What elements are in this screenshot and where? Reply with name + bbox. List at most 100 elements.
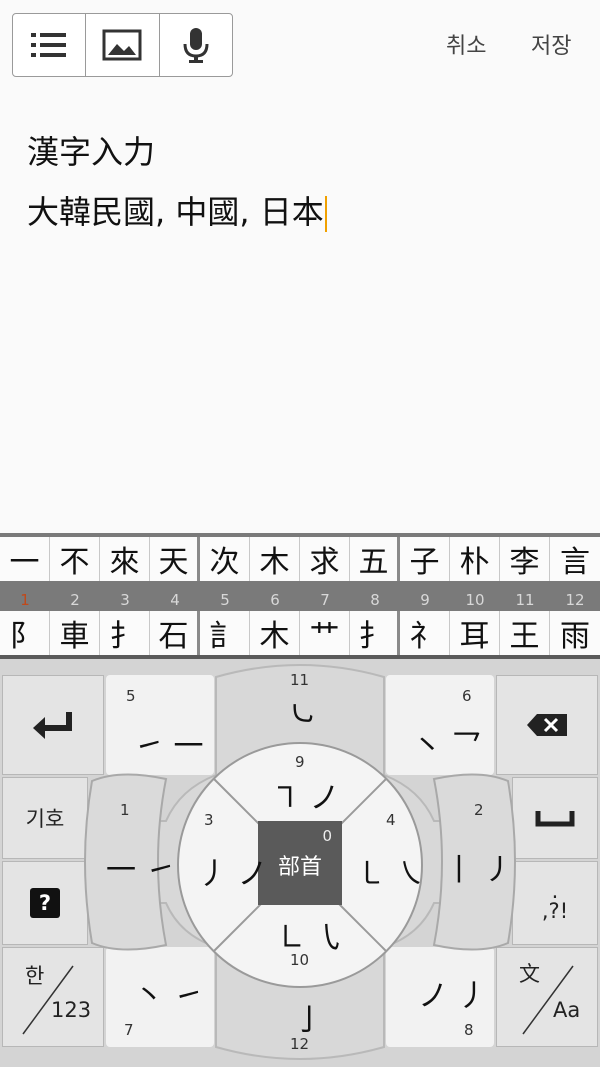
index-label: 5 xyxy=(220,591,230,609)
stroke-key-num: 1 xyxy=(120,801,130,819)
radical-key[interactable]: 艹 xyxy=(300,611,350,655)
stroke-key-4[interactable]: ㇄ ㇏ xyxy=(356,849,426,893)
radical-key[interactable]: 訁 xyxy=(200,611,250,655)
radical-key[interactable]: 耳 xyxy=(450,611,500,655)
stroke-key-12[interactable]: 亅 xyxy=(294,995,324,1039)
stroke-key-7[interactable]: 7 丶 ㇀ xyxy=(106,947,214,1047)
index-label: 7 xyxy=(320,591,330,609)
candidate-key[interactable]: 一 xyxy=(0,537,50,581)
save-button[interactable]: 저장 xyxy=(531,28,571,60)
candidate-key[interactable]: 木 xyxy=(250,537,300,581)
mode-wen-label: 文 xyxy=(519,962,540,986)
candidate-key[interactable]: 言 xyxy=(550,537,600,581)
punct-label: ,?! xyxy=(541,899,569,923)
mode-wen-aa-key[interactable]: 文 Aa xyxy=(496,947,598,1047)
stroke-key-num: 10 xyxy=(290,951,310,969)
radical-key[interactable]: 王 xyxy=(500,611,550,655)
stroke-key-glyph: ㇔ 乛 xyxy=(412,729,482,764)
cancel-button[interactable]: 취소 xyxy=(446,28,486,60)
lang-han-label: 한 xyxy=(25,964,45,988)
text-cursor xyxy=(324,196,327,232)
radical-key[interactable]: 礻 xyxy=(400,611,450,655)
stroke-key-glyph: ノ 丿 xyxy=(418,979,488,1014)
stroke-key-num: 9 xyxy=(295,753,305,771)
space-key[interactable] xyxy=(512,777,598,859)
image-button[interactable] xyxy=(86,14,160,76)
punct-dot: . xyxy=(551,879,559,903)
stroke-keypad: 기호 ? 한 123 . ,?! 文 Aa 5 ㇀ 一 6 ㇔ 乛 7 丶 ㇀ … xyxy=(0,659,600,1067)
stroke-key-num: 12 xyxy=(290,1035,310,1053)
text-editor[interactable]: 漢字入力 大韓民國, 中國, 日本 xyxy=(27,122,327,242)
candidate-key[interactable]: 不 xyxy=(50,537,100,581)
index-label: 9 xyxy=(420,591,430,609)
symbols-key[interactable]: 기호 xyxy=(2,777,88,859)
editor-line-2-text: 大韓民國, 中國, 日本 xyxy=(27,193,324,231)
radical-center-button[interactable]: 0 部首 xyxy=(258,821,342,905)
stroke-key-glyph: ㇀ 一 xyxy=(134,729,204,764)
slash-divider xyxy=(22,965,74,1035)
radical-center-num: 0 xyxy=(322,827,332,845)
stroke-key-num: 11 xyxy=(290,671,310,689)
stroke-key-num: 6 xyxy=(462,687,472,705)
lang-123-label: 123 xyxy=(51,998,92,1022)
candidate-key[interactable]: 李 xyxy=(500,537,550,581)
stroke-key-num: 5 xyxy=(126,687,136,705)
punctuation-key[interactable]: . ,?! xyxy=(512,861,598,945)
voice-button[interactable] xyxy=(160,14,232,76)
stroke-key-9[interactable]: ㇕ ノ xyxy=(270,773,340,817)
candidate-key[interactable]: 求 xyxy=(300,537,350,581)
radical-row: 阝 車 扌 石 訁 木 艹 扌 礻 耳 王 雨 xyxy=(0,611,600,655)
stroke-key-num: 8 xyxy=(464,1021,474,1039)
stroke-key-8[interactable]: 8 ノ 丿 xyxy=(386,947,494,1047)
editor-line-2: 大韓民國, 中國, 日本 xyxy=(27,182,327,242)
index-label: 12 xyxy=(565,591,585,609)
microphone-icon xyxy=(183,28,209,63)
radical-key[interactable]: 石 xyxy=(150,611,200,655)
list-icon xyxy=(31,33,67,57)
stroke-key-6[interactable]: 6 ㇔ 乛 xyxy=(386,675,494,775)
enter-icon xyxy=(33,712,72,739)
candidate-row: 一 不 來 天 次 木 求 五 子 朴 李 言 xyxy=(0,537,600,581)
stroke-key-num: 3 xyxy=(204,811,214,829)
stroke-key-2[interactable]: 丨 ㇓ xyxy=(444,845,514,889)
index-label: 1 xyxy=(20,591,30,609)
radical-key[interactable]: 扌 xyxy=(350,611,400,655)
backspace-key[interactable] xyxy=(496,675,598,775)
stroke-key-num: 7 xyxy=(124,1021,134,1039)
stroke-key-10[interactable]: ㇗ ㇂ xyxy=(276,913,346,957)
radical-key[interactable]: 雨 xyxy=(550,611,600,655)
stroke-key-11[interactable]: ㇃ xyxy=(286,689,316,733)
stroke-key-num: 4 xyxy=(386,811,396,829)
candidate-key[interactable]: 天 xyxy=(150,537,200,581)
candidate-key[interactable]: 來 xyxy=(100,537,150,581)
index-label: 8 xyxy=(370,591,380,609)
index-label: 3 xyxy=(120,591,130,609)
help-icon: ? xyxy=(30,888,60,918)
mode-aa-label: Aa xyxy=(553,998,581,1022)
candidate-key[interactable]: 子 xyxy=(400,537,450,581)
candidate-key[interactable]: 五 xyxy=(350,537,400,581)
radical-key[interactable]: 木 xyxy=(250,611,300,655)
radical-key[interactable]: 阝 xyxy=(0,611,50,655)
radical-key[interactable]: 車 xyxy=(50,611,100,655)
enter-key[interactable] xyxy=(2,675,104,775)
index-label: 6 xyxy=(270,591,280,609)
radical-key[interactable]: 扌 xyxy=(100,611,150,655)
list-button[interactable] xyxy=(13,14,87,76)
stroke-key-glyph: 丶 ㇀ xyxy=(134,979,204,1014)
editor-line-1: 漢字入力 xyxy=(27,133,156,171)
index-row: 1 2 3 4 5 6 7 8 9 10 11 12 xyxy=(0,589,600,611)
stroke-key-1[interactable]: 一 ㇀ xyxy=(106,845,176,889)
editor-toolbar xyxy=(12,13,233,77)
lang-han-123-key[interactable]: 한 123 xyxy=(2,947,104,1047)
candidate-key[interactable]: 次 xyxy=(200,537,250,581)
backspace-icon xyxy=(527,714,567,736)
help-key[interactable]: ? xyxy=(2,861,88,945)
radical-center-label: 部首 xyxy=(277,855,322,880)
space-icon xyxy=(535,811,575,827)
candidate-key[interactable]: 朴 xyxy=(450,537,500,581)
index-label: 10 xyxy=(465,591,485,609)
slash-divider xyxy=(522,965,574,1035)
stroke-key-5[interactable]: 5 ㇀ 一 xyxy=(106,675,214,775)
image-icon xyxy=(102,29,142,61)
